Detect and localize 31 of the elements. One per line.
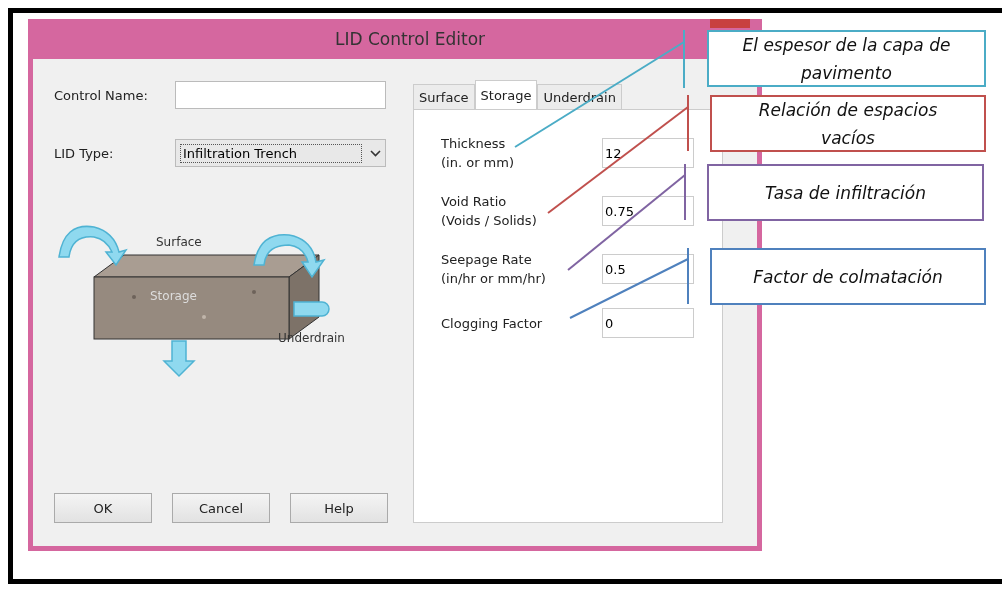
- callout-box: Relación de espacios vacíos: [710, 95, 986, 152]
- down-arrow-icon: [162, 340, 196, 378]
- callout-box: Tasa de infiltración: [707, 164, 984, 221]
- window-title: LID Control Editor: [334, 29, 486, 49]
- lid-type-dropdown[interactable]: Infiltration Trench: [175, 139, 386, 167]
- callout-box: Factor de colmatación: [710, 248, 986, 305]
- storage-label: Storage: [150, 289, 197, 303]
- parameter-field[interactable]: 12: [602, 138, 694, 168]
- parameter-field[interactable]: 0.5: [602, 254, 694, 284]
- chevron-icon: [370, 149, 381, 157]
- parameter-label: Void Ratio (Voids / Solids): [441, 193, 538, 230]
- pipe-icon: [293, 301, 330, 317]
- tab[interactable]: Surface: [413, 84, 475, 109]
- curved-arrow-icon: [58, 225, 127, 266]
- curved-arrow-icon: [253, 234, 325, 278]
- parameter-label: Clogging Factor: [441, 314, 544, 333]
- parameter-field[interactable]: 0: [602, 308, 694, 338]
- field-label: Control Name:: [54, 87, 149, 103]
- parameter-field[interactable]: 0.75: [602, 196, 694, 226]
- callout-box: El espesor de la capa de pavimento: [707, 30, 986, 87]
- parameter-label: Thickness (in. or mm): [441, 135, 516, 172]
- underdrain-label: Underdrain: [278, 331, 345, 345]
- dialog-button[interactable]: OK: [54, 493, 152, 523]
- dialog-button[interactable]: Help: [290, 493, 388, 523]
- close-button[interactable]: [710, 19, 750, 28]
- control-name-field[interactable]: [175, 81, 386, 109]
- surface-label: Surface: [156, 235, 202, 249]
- parameter-label: Seepage Rate (in/hr or mm/hr): [441, 251, 547, 288]
- tab[interactable]: Storage: [474, 80, 538, 109]
- dialog-button[interactable]: Cancel: [172, 493, 270, 523]
- field-label: LID Type:: [54, 145, 115, 161]
